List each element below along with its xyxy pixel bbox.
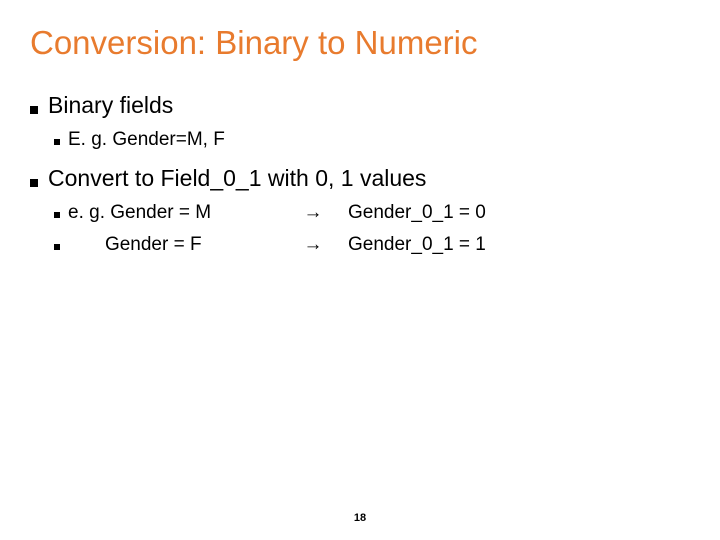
sub-bullet-eg-gender: E. g. Gender=M, F	[54, 129, 690, 151]
slide: Conversion: Binary to Numeric Binary fie…	[0, 0, 720, 540]
example-row-2: Gender = F → Gender_0_1 = 1	[54, 234, 690, 256]
example-row-1: e. g. Gender = M → Gender_0_1 = 0	[54, 202, 690, 224]
bullet-convert: Convert to Field_0_1 with 0, 1 values	[30, 165, 690, 192]
example-right: Gender_0_1 = 1	[348, 234, 486, 256]
bullet-text: Convert to Field_0_1 with 0, 1 values	[48, 165, 426, 192]
page-number: 18	[354, 512, 366, 524]
square-bullet-icon	[30, 179, 38, 187]
arrow-icon: →	[278, 202, 348, 224]
bullet-binary-fields: Binary fields	[30, 92, 690, 119]
example-left: e. g. Gender = M	[68, 202, 278, 224]
sub-bullet-text: E. g. Gender=M, F	[68, 129, 225, 151]
arrow-icon: →	[278, 234, 348, 256]
slide-title: Conversion: Binary to Numeric	[30, 24, 690, 62]
square-bullet-icon	[54, 212, 60, 218]
example-right: Gender_0_1 = 0	[348, 202, 486, 224]
square-bullet-icon	[54, 244, 60, 250]
square-bullet-icon	[30, 106, 38, 114]
bullet-text: Binary fields	[48, 92, 173, 119]
square-bullet-icon	[54, 139, 60, 145]
example-left: Gender = F	[68, 234, 278, 256]
